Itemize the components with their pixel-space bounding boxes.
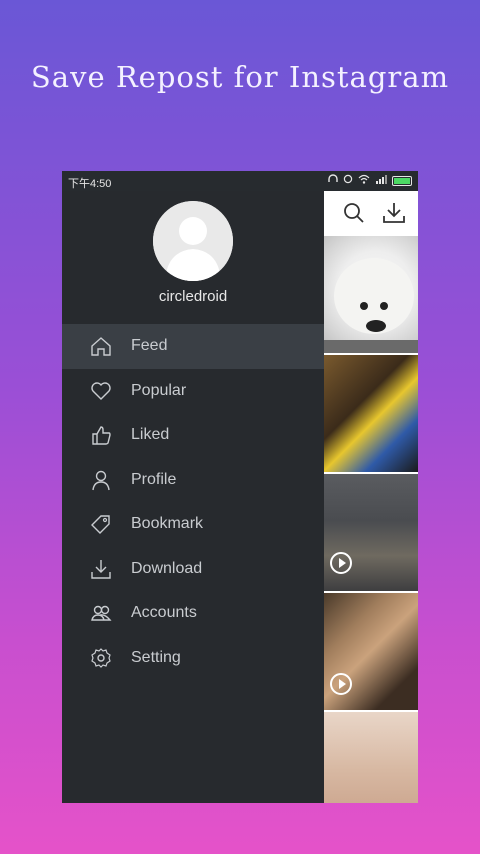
menu-item-profile[interactable]: Profile <box>62 458 324 503</box>
download-icon <box>91 559 111 579</box>
status-time: 下午4:50 <box>68 178 112 190</box>
default-avatar-icon <box>153 201 233 281</box>
signal-icon <box>375 174 387 187</box>
menu-item-bookmark[interactable]: Bookmark <box>62 502 324 547</box>
menu-item-label: Feed <box>131 337 168 355</box>
username: circledroid <box>158 288 228 305</box>
headline: Save Repost for Instagram <box>30 60 450 94</box>
person-icon <box>92 470 110 490</box>
dog-photo <box>324 258 418 353</box>
menu-item-label: Setting <box>131 648 181 666</box>
search-icon[interactable] <box>342 201 366 225</box>
menu-item-feed[interactable]: Feed <box>62 324 324 369</box>
menu-item-label: Popular <box>131 381 187 399</box>
menu-item-label: Accounts <box>131 604 197 622</box>
phone-screen: 下午4:50 circledroid Feed Popular Liked Pr… <box>62 171 418 803</box>
play-icon[interactable] <box>330 552 352 574</box>
feed-tile[interactable] <box>324 474 418 593</box>
feed-tile[interactable] <box>324 236 418 355</box>
battery-icon <box>392 175 412 186</box>
menu-item-download[interactable]: Download <box>62 547 324 592</box>
menu-item-label: Bookmark <box>131 515 204 533</box>
menu-item-label: Download <box>131 559 203 577</box>
menu-item-label: Profile <box>131 470 177 488</box>
heart-icon <box>91 381 111 400</box>
menu-item-setting[interactable]: Setting <box>62 636 324 681</box>
menu-item-popular[interactable]: Popular <box>62 369 324 414</box>
play-icon[interactable] <box>330 673 352 695</box>
navigation-drawer: circledroid Feed Popular Liked Profile B… <box>62 191 324 803</box>
home-icon <box>91 337 111 356</box>
avatar[interactable] <box>153 201 233 281</box>
feed-grid <box>324 236 418 803</box>
menu-item-liked[interactable]: Liked <box>62 413 324 458</box>
gear-icon <box>91 647 111 668</box>
feed-tile[interactable] <box>324 712 418 803</box>
menu-item-accounts[interactable]: Accounts <box>62 591 324 636</box>
feed-tile[interactable] <box>324 355 418 474</box>
top-toolbar <box>324 191 418 235</box>
thumbs-up-icon <box>92 426 111 445</box>
wifi-icon <box>358 174 370 187</box>
download-icon[interactable] <box>382 201 406 225</box>
headphones-icon <box>328 174 338 187</box>
feed-tile[interactable] <box>324 593 418 712</box>
accounts-icon <box>91 605 112 621</box>
tag-icon <box>91 515 110 534</box>
drawer-menu: Feed Popular Liked Profile Bookmark Down… <box>62 324 324 680</box>
alarm-icon <box>343 174 353 187</box>
menu-item-label: Liked <box>131 426 170 444</box>
status-bar: 下午4:50 <box>62 171 418 191</box>
